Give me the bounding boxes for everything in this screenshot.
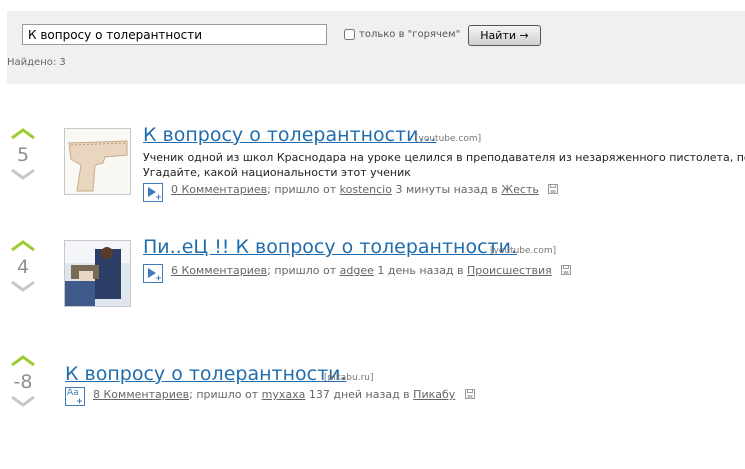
story-meta: 0 Комментариев; пришло от kostencio 3 ми… (171, 183, 559, 197)
story-domain: [youtube.com] (415, 134, 482, 144)
vote-up-icon[interactable] (11, 355, 35, 366)
save-icon[interactable] (561, 265, 572, 275)
category-link[interactable]: Пикабу (413, 388, 455, 401)
comments-link[interactable]: 6 Комментариев (171, 264, 267, 277)
meta-from-text: ; пришло от (189, 388, 259, 401)
story-meta: 8 Комментариев; пришло от myxaxa 137 дне… (93, 388, 475, 402)
story-score: 4 (16, 256, 30, 278)
vote-widget: 4 (11, 240, 35, 292)
vote-up-icon[interactable] (11, 128, 35, 139)
hot-only-label[interactable]: только в "горячем" (359, 29, 460, 40)
story-thumbnail[interactable] (64, 240, 131, 307)
story-title-link[interactable]: К вопросу о толерантности... (143, 124, 437, 146)
category-link[interactable]: Жесть (501, 183, 539, 196)
text-add-icon[interactable]: Aa (65, 387, 85, 406)
vote-down-icon[interactable] (11, 169, 35, 180)
comments-link[interactable]: 0 Комментариев (171, 183, 267, 196)
classroom-thumbnail-icon (65, 241, 130, 306)
plus-icon (77, 398, 82, 404)
meta-time-text: 1 день назад в (377, 264, 464, 277)
search-input[interactable] (22, 24, 327, 45)
hot-only-checkbox[interactable] (344, 29, 355, 40)
meta-time-text: 3 минуты назад в (395, 183, 498, 196)
story-meta: 6 Комментариев; пришло от adgee 1 день н… (171, 264, 572, 278)
found-count: Найдено: 3 (7, 57, 66, 68)
search-panel: только в "горячем" Найти → Найдено: 3 (7, 11, 745, 84)
story-domain: [youtube.com] (490, 246, 557, 256)
story-description-line: Угадайте, какой национальности этот учен… (143, 166, 411, 179)
save-icon[interactable] (548, 184, 559, 194)
vote-up-icon[interactable] (11, 240, 35, 251)
comments-link[interactable]: 8 Комментариев (93, 388, 189, 401)
save-icon[interactable] (464, 389, 475, 399)
vote-widget: 5 (11, 128, 35, 180)
video-add-icon[interactable] (143, 264, 163, 283)
story-item: 5 К вопросу о толерантности... [youtube.… (0, 124, 745, 228)
story-title-link[interactable]: Пи..еЦ !! К вопросу о толерантности. (143, 236, 517, 258)
meta-from-text: ; пришло от (267, 183, 337, 196)
story-title-link[interactable]: К вопросу о толерантности. (65, 363, 347, 385)
story-description-line: Ученик одной из школ Краснодара на уроке… (143, 151, 745, 164)
author-link[interactable]: kostencio (340, 183, 392, 196)
author-link[interactable]: adgee (340, 264, 374, 277)
category-link[interactable]: Происшествия (467, 264, 552, 277)
find-button[interactable]: Найти → (468, 25, 541, 46)
story-item: -8 К вопросу о толерантности. [pikabu.ru… (0, 355, 745, 455)
vote-down-icon[interactable] (11, 281, 35, 292)
story-thumbnail[interactable] (64, 128, 131, 195)
meta-time-text: 137 дней назад в (308, 388, 410, 401)
play-plus-icon (148, 187, 161, 200)
meta-from-text: ; пришло от (267, 264, 337, 277)
vote-widget: -8 (11, 355, 35, 407)
story-item: 4 Пи..еЦ !! К вопросу о толерантности. [… (0, 236, 745, 340)
story-domain: [pikabu.ru] (324, 373, 374, 383)
play-plus-icon (148, 268, 161, 281)
story-score: 5 (16, 144, 30, 166)
author-link[interactable]: myxaxa (262, 388, 306, 401)
story-score: -8 (13, 371, 33, 393)
video-add-icon[interactable] (143, 183, 163, 202)
pistol-thumbnail-icon (65, 129, 130, 194)
vote-down-icon[interactable] (11, 396, 35, 407)
